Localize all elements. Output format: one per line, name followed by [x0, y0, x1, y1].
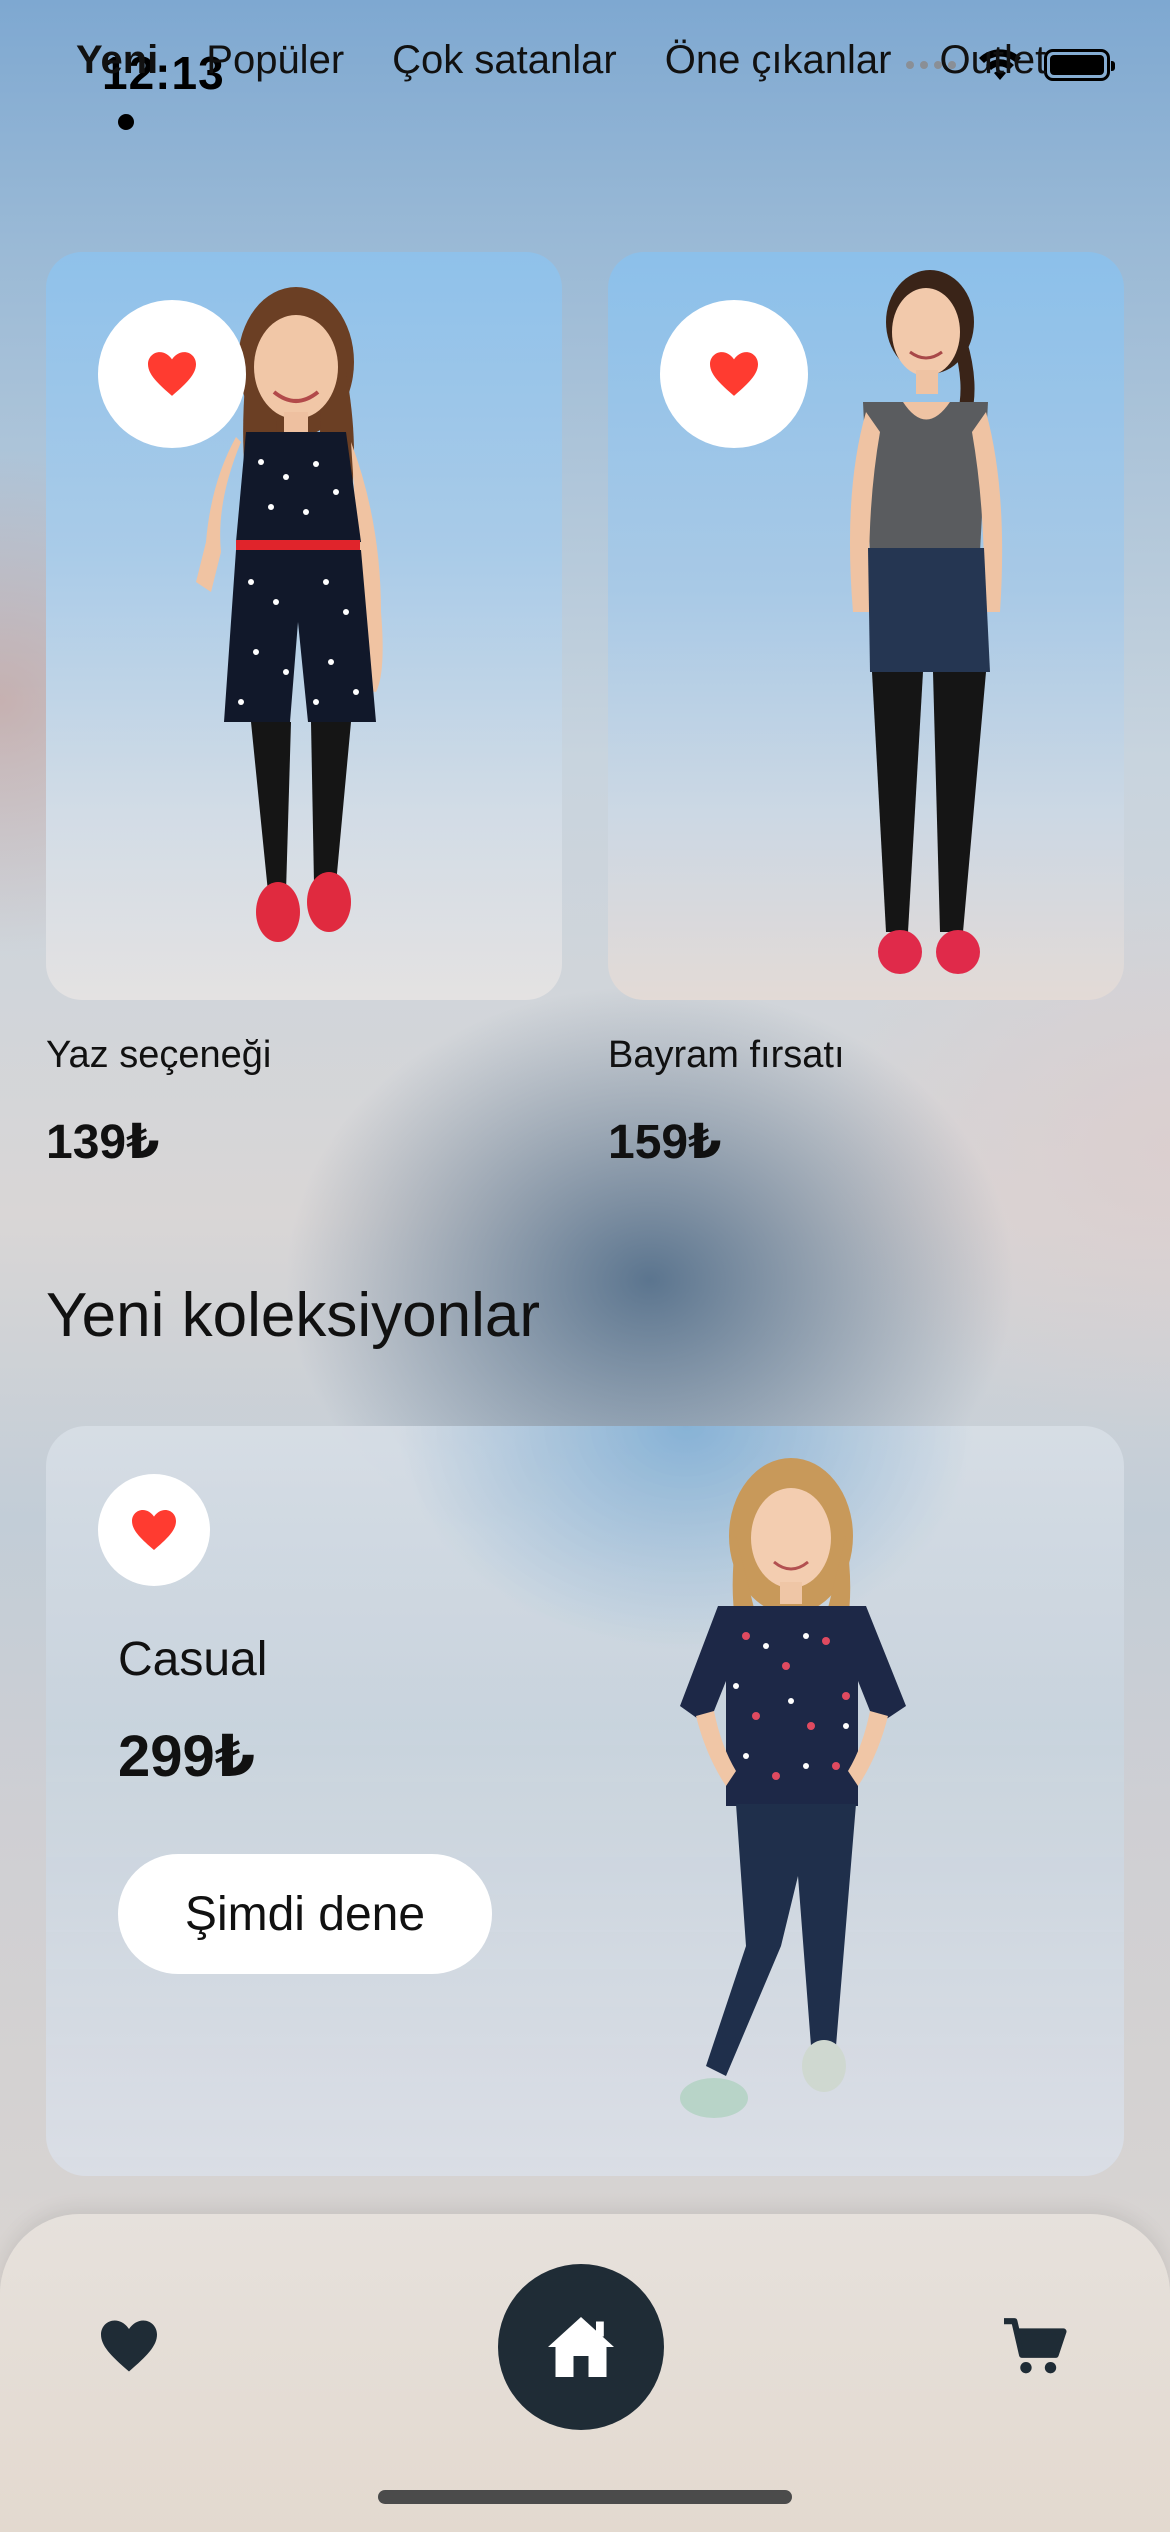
- section-title: Yeni koleksiyonlar: [46, 1281, 541, 1350]
- bottom-nav-bar: [0, 2214, 1170, 2532]
- try-now-button[interactable]: Şimdi dene: [118, 1854, 492, 1974]
- battery-icon: [1044, 49, 1115, 81]
- product-card-image[interactable]: [46, 252, 562, 1000]
- tab-label: Outlet: [939, 38, 1047, 82]
- product-price: 159₺: [608, 1116, 722, 1169]
- collection-title: Casual: [118, 1633, 268, 1686]
- tab-label: Çok satanlar: [392, 38, 617, 82]
- product-title: Yaz seçeneği: [46, 1034, 272, 1076]
- product-price: 139₺: [46, 1116, 160, 1169]
- collection-price: 299₺: [118, 1724, 256, 1789]
- tab-one-cikanlar[interactable]: Öne çıkanlar: [665, 38, 892, 83]
- favorite-button[interactable]: [98, 300, 246, 448]
- tab-label: Popüler: [206, 38, 345, 82]
- cart-icon: [1004, 2318, 1067, 2374]
- home-icon: [548, 2317, 614, 2377]
- cart-nav-button[interactable]: [1000, 2316, 1070, 2378]
- tab-cok-satanlar[interactable]: Çok satanlar: [392, 38, 617, 83]
- product-card-image[interactable]: [608, 252, 1124, 1000]
- tab-yeni[interactable]: Yeni: [76, 38, 159, 130]
- home-indicator: [378, 2490, 792, 2504]
- tab-label: Öne çıkanlar: [664, 38, 892, 82]
- home-nav-button[interactable]: [498, 2264, 664, 2430]
- favorite-button[interactable]: [98, 1474, 210, 1586]
- heart-icon: [132, 1510, 176, 1550]
- tab-label: Yeni: [76, 38, 159, 82]
- collection-card[interactable]: Casual 299₺ Şimdi dene: [46, 1426, 1124, 2176]
- tab-populer[interactable]: Popüler: [206, 38, 344, 83]
- category-tabs: Yeni Popüler Çok satanlar Öne çıkanlar O…: [76, 38, 1046, 130]
- favorite-button[interactable]: [660, 300, 808, 448]
- heart-icon: [148, 352, 196, 396]
- favorites-nav-button[interactable]: [98, 2318, 160, 2374]
- heart-icon: [710, 352, 758, 396]
- heart-icon: [101, 2320, 157, 2372]
- active-tab-indicator: [118, 114, 134, 130]
- tab-outlet[interactable]: Outlet: [939, 38, 1046, 83]
- product-title: Bayram fırsatı: [608, 1034, 845, 1076]
